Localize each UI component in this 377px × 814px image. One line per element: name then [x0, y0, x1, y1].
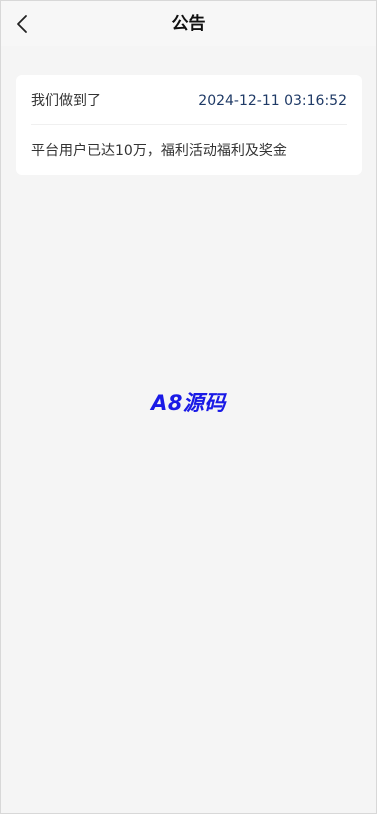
- nav-bar: 公告: [1, 1, 376, 46]
- announcement-screen: 公告 我们做到了 2024-12-11 03:16:52 平台用户已达10万，福…: [0, 0, 377, 814]
- notice-card[interactable]: 我们做到了 2024-12-11 03:16:52 平台用户已达10万，福利活动…: [16, 75, 362, 175]
- page-title: 公告: [171, 14, 206, 34]
- notice-timestamp: 2024-12-11 03:16:52: [198, 93, 347, 109]
- notice-title: 我们做到了: [31, 93, 101, 109]
- notice-header: 我们做到了 2024-12-11 03:16:52: [31, 75, 347, 125]
- watermark-logo: A8源码: [151, 391, 226, 415]
- notice-content: 平台用户已达10万，福利活动福利及奖金: [31, 143, 287, 159]
